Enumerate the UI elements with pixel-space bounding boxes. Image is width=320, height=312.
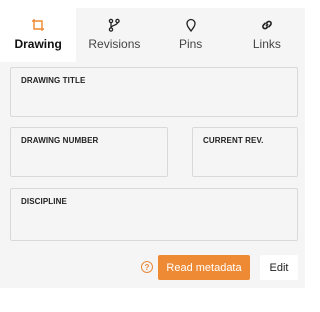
tab-pins-label: Pins — [178, 37, 203, 51]
tab-revisions-label: Revisions — [88, 37, 141, 51]
drawing-number-label: DRAWING NUMBER — [21, 136, 99, 145]
branch-icon — [109, 18, 121, 32]
current-rev-label: CURRENT REV. — [203, 136, 264, 145]
tab-revisions[interactable]: Revisions — [76, 8, 152, 62]
discipline-field[interactable]: DISCIPLINE — [10, 188, 298, 241]
tab-drawing-label: Drawing — [14, 37, 62, 51]
tab-drawing[interactable]: Drawing — [0, 8, 77, 62]
question-circle-icon[interactable]: ? — [141, 261, 153, 273]
drawing-title-field[interactable]: DRAWING TITLE — [10, 67, 298, 117]
crop-frame-icon — [32, 19, 45, 31]
tab-pins[interactable]: Pins — [153, 8, 229, 62]
discipline-label: DISCIPLINE — [21, 197, 67, 206]
current-rev-field[interactable]: CURRENT REV. — [192, 127, 298, 177]
drawing-number-field[interactable]: DRAWING NUMBER — [10, 127, 168, 177]
edit-button[interactable]: Edit — [260, 255, 298, 280]
tab-links-label: Links — [252, 37, 281, 51]
tab-bar: Drawing Revisions Pins Links — [0, 8, 305, 62]
drawing-title-label: DRAWING TITLE — [21, 76, 86, 85]
link-icon — [262, 20, 272, 30]
map-pin-icon — [185, 18, 196, 32]
tab-links[interactable]: Links — [229, 8, 305, 62]
drawing-metadata-panel: DRAWING TITLE DRAWING NUMBER CURRENT REV… — [0, 62, 305, 288]
read-metadata-button[interactable]: Read metadata — [158, 255, 250, 280]
